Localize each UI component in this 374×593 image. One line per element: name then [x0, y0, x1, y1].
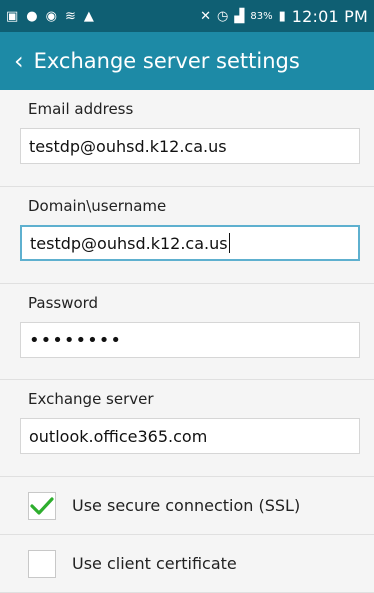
password-label: Password: [28, 294, 99, 312]
server-value: outlook.office365.com: [29, 426, 208, 446]
status-icon-3: ◉: [45, 8, 57, 24]
alert-icon: ▲: [83, 8, 94, 24]
action-bar: ‹ Exchange server settings: [0, 32, 374, 90]
email-field[interactable]: testdp@ouhsd.k12.ca.us: [20, 128, 360, 164]
status-time: 12:01 PM: [291, 6, 368, 26]
password-field[interactable]: ••••••••: [20, 322, 360, 358]
page-title: Exchange server settings: [33, 49, 300, 73]
back-icon[interactable]: ‹: [14, 49, 24, 73]
status-right-icons: ✕ ◷ ▟ 83% ▮ 12:01 PM: [200, 7, 368, 26]
ssl-option[interactable]: Use secure connection (SSL): [0, 477, 374, 535]
wifi-icon: ≋: [64, 8, 76, 24]
password-value: ••••••••: [29, 329, 122, 351]
client-cert-option[interactable]: Use client certificate: [0, 535, 374, 593]
battery-icon: ▮: [278, 8, 286, 24]
ssl-label: Use secure connection (SSL): [72, 496, 301, 515]
client-cert-label: Use client certificate: [72, 554, 237, 573]
email-value: testdp@ouhsd.k12.ca.us: [29, 136, 227, 156]
server-field[interactable]: outlook.office365.com: [20, 418, 360, 454]
status-icon-2: ●: [26, 8, 38, 24]
domain-username-field[interactable]: testdp@ouhsd.k12.ca.us: [20, 225, 360, 261]
text-cursor: [228, 233, 230, 253]
status-bar: ▣ ● ◉ ≋ ▲ ✕ ◷ ▟ 83% ▮ 12:01 PM: [0, 0, 374, 32]
domain-username-section: Domain\username testdp@ouhsd.k12.ca.us: [0, 187, 374, 284]
domain-username-value: testdp@ouhsd.k12.ca.us: [30, 233, 228, 253]
status-left-icons: ▣ ● ◉ ≋ ▲: [6, 10, 94, 23]
email-section: Email address testdp@ouhsd.k12.ca.us: [0, 90, 374, 187]
domain-username-label: Domain\username: [28, 197, 167, 215]
status-icon-1: ▣: [6, 8, 19, 24]
mute-icon: ✕: [200, 8, 212, 24]
signal-icon: ▟: [234, 8, 245, 24]
alarm-icon: ◷: [217, 8, 229, 24]
server-label: Exchange server: [28, 390, 154, 408]
battery-percent: 83%: [250, 10, 273, 22]
ssl-checkbox[interactable]: [28, 491, 56, 520]
settings-form: Email address testdp@ouhsd.k12.ca.us Dom…: [0, 90, 374, 593]
checkmark-icon: [30, 496, 54, 515]
server-section: Exchange server outlook.office365.com: [0, 380, 374, 477]
email-label: Email address: [28, 100, 134, 118]
client-cert-checkbox[interactable]: [28, 549, 56, 578]
password-section: Password ••••••••: [0, 284, 374, 380]
